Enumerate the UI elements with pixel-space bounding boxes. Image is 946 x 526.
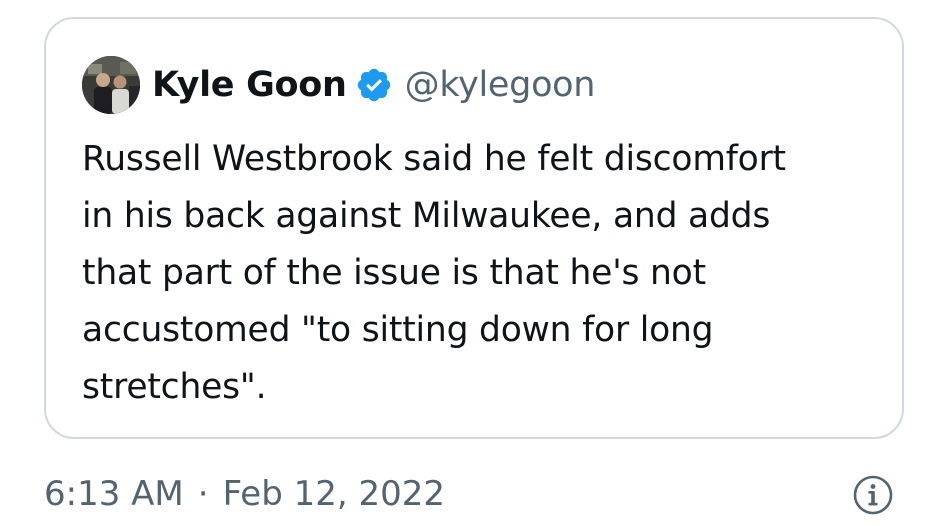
tweet-text-line: Russell Westbrook said he felt discomfor…: [82, 139, 786, 179]
profile-photo-icon: [82, 56, 140, 114]
timestamp-separator: ·: [197, 474, 209, 514]
tweet-date: Feb 12, 2022: [222, 474, 445, 514]
tweet-text-line: accustomed "to sitting down for long: [82, 310, 714, 350]
tweet-text-line: stretches".: [82, 367, 267, 407]
tweet-time: 6:13 AM: [44, 474, 184, 514]
tweet-text-line: that part of the issue is that he's not: [82, 253, 706, 293]
quoted-tweet-card[interactable]: Kyle Goon @kylegoon Russell Westbrook sa…: [44, 17, 904, 439]
tweet-timestamp[interactable]: 6:13 AM · Feb 12, 2022: [44, 468, 445, 520]
author-handle[interactable]: @kylegoon: [405, 65, 596, 105]
tweet-author-row: Kyle Goon @kylegoon: [82, 55, 595, 115]
avatar[interactable]: [82, 56, 140, 114]
tweet-text: Russell Westbrook said he felt discomfor…: [82, 131, 882, 416]
verified-badge-icon: [355, 66, 393, 104]
tweet-text-line: in his back against Milwaukee, and adds: [82, 196, 771, 236]
info-circle-icon[interactable]: [852, 474, 894, 516]
author-display-name[interactable]: Kyle Goon: [152, 65, 347, 105]
